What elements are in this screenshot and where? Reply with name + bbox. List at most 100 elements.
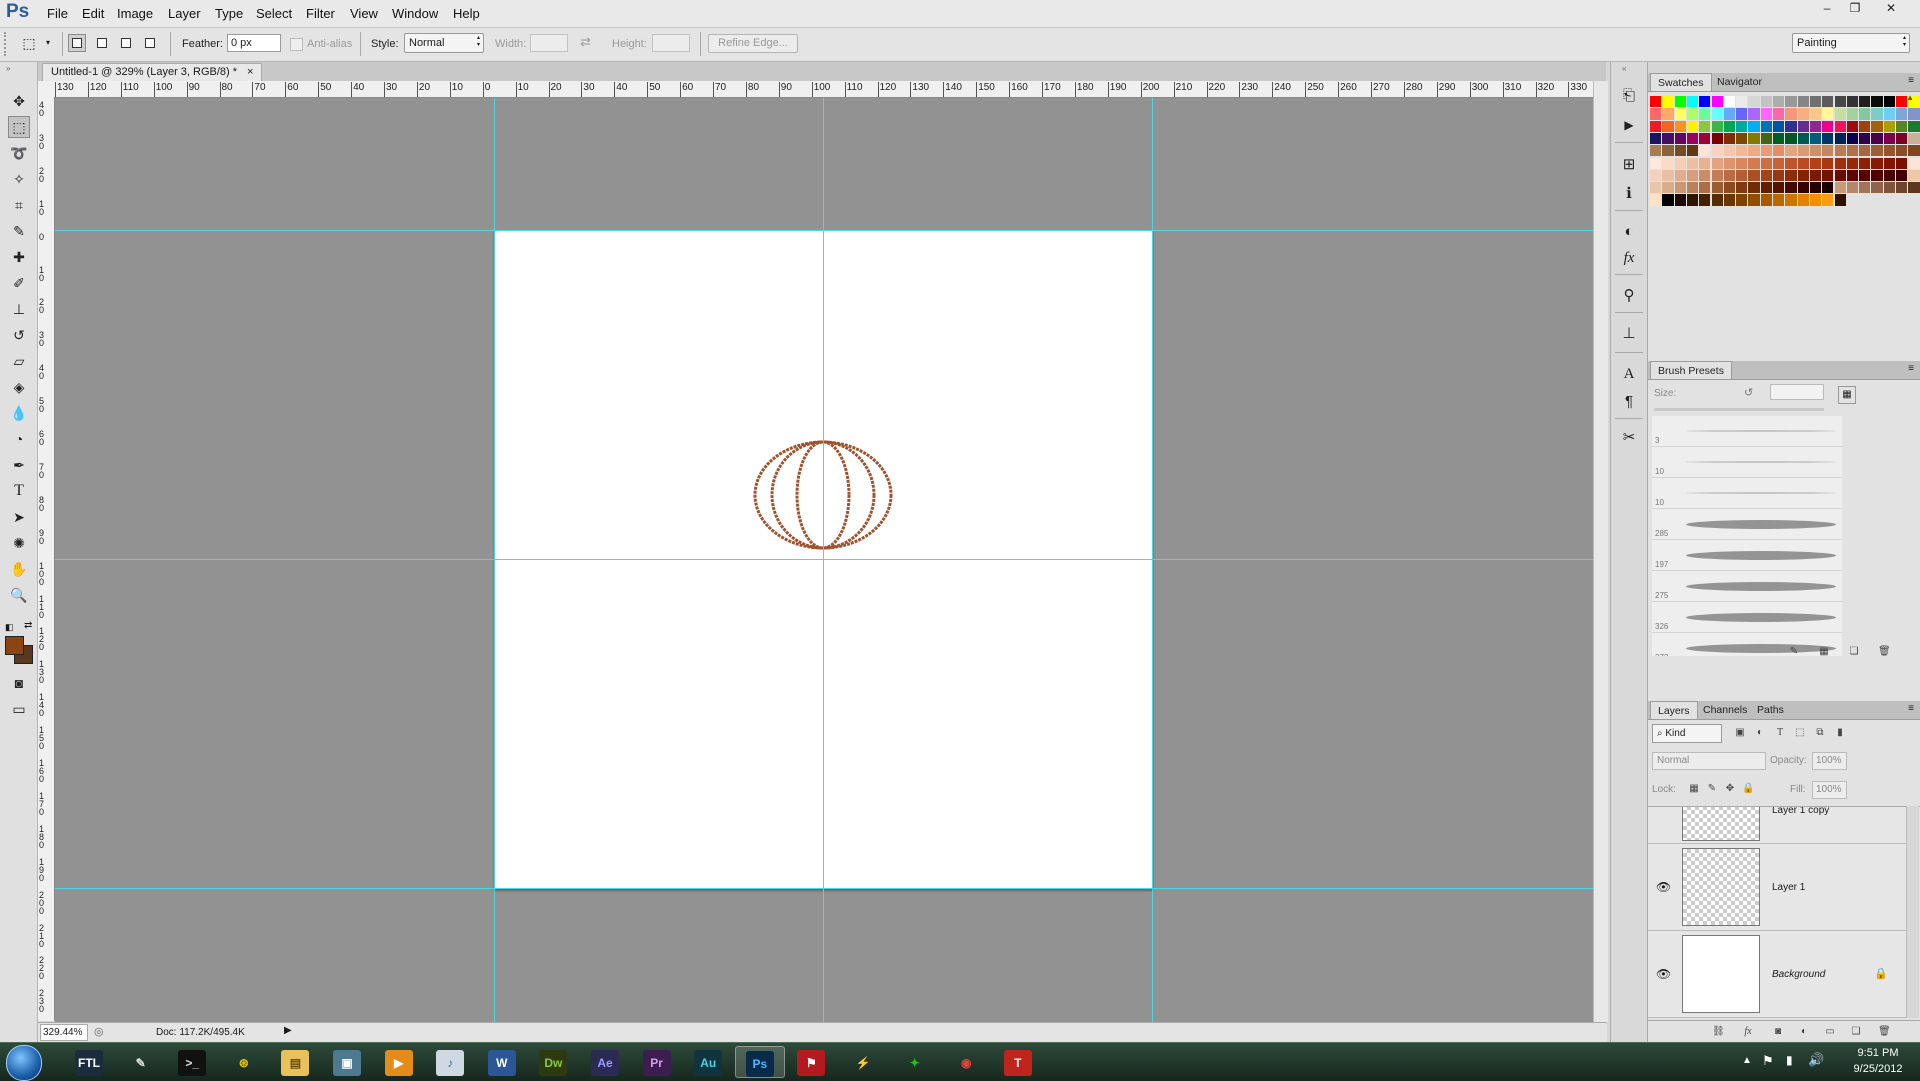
tab-channels[interactable]: Channels (1696, 701, 1754, 719)
color-swatch[interactable] (1650, 108, 1662, 120)
color-swatch[interactable] (1785, 182, 1797, 194)
color-swatch[interactable] (1883, 120, 1895, 132)
brush-preset-item[interactable]: 197 (1652, 540, 1842, 571)
guide-horizontal[interactable] (55, 888, 1593, 889)
color-swatch[interactable] (1662, 182, 1674, 194)
blur-tool-icon[interactable]: 💧 (8, 402, 30, 424)
color-swatch[interactable] (1859, 145, 1871, 157)
color-swatch[interactable] (1859, 120, 1871, 132)
style-select[interactable]: Normal (404, 33, 484, 53)
color-swatch[interactable] (1785, 120, 1797, 132)
taskbar-app-game[interactable]: ⚑ (786, 1046, 836, 1078)
color-swatch[interactable] (1723, 120, 1736, 132)
color-swatch[interactable] (1834, 194, 1846, 206)
height-input[interactable] (652, 34, 690, 52)
color-swatch[interactable] (1662, 132, 1674, 145)
new-layer-icon[interactable]: ❏ (1850, 1026, 1862, 1038)
color-swatch[interactable] (1785, 169, 1797, 182)
guide-horizontal[interactable] (55, 230, 1593, 231)
color-swatch[interactable] (1699, 132, 1711, 145)
tray-flag-icon[interactable]: ⚑ (1762, 1053, 1774, 1069)
preset-dropdown-arrow-icon[interactable]: ▾ (46, 38, 50, 47)
color-swatch[interactable] (1785, 132, 1797, 145)
brush-panel-icon[interactable]: ⚲ (1619, 286, 1639, 306)
custom-shape-tool-icon[interactable]: ✺ (8, 532, 30, 554)
new-brush-icon[interactable]: ❏ (1848, 646, 1860, 658)
brush-preset-item[interactable]: 373 (1652, 633, 1842, 656)
tab-brush-presets[interactable]: Brush Presets (1650, 361, 1732, 379)
layer-filter-select[interactable]: ⌕ Kind (1652, 724, 1722, 743)
size-slider[interactable] (1654, 408, 1824, 411)
color-swatch[interactable] (1650, 169, 1662, 182)
color-swatch[interactable] (1896, 132, 1908, 145)
color-swatch[interactable] (1773, 169, 1785, 182)
color-swatch[interactable] (1760, 120, 1772, 132)
color-swatch[interactable] (1846, 157, 1859, 169)
menu-layer[interactable]: Layer (168, 6, 201, 21)
color-swatch[interactable] (1674, 145, 1686, 157)
eyedropper-tool-icon[interactable]: ✎ (8, 220, 30, 242)
color-swatch[interactable] (1896, 108, 1908, 120)
guide-vertical[interactable] (494, 98, 495, 1022)
color-swatch[interactable] (1736, 194, 1748, 206)
dock-collapse-icon[interactable]: « (1622, 64, 1626, 73)
color-swatch[interactable] (1723, 145, 1736, 157)
color-swatch[interactable] (1674, 132, 1686, 145)
color-swatch[interactable] (1662, 108, 1674, 120)
color-swatch[interactable] (1797, 145, 1809, 157)
color-swatch[interactable] (1748, 96, 1760, 108)
color-swatch[interactable] (1711, 194, 1723, 206)
color-swatch[interactable] (1699, 108, 1711, 120)
tab-layers[interactable]: Layers (1650, 701, 1698, 719)
clone-stamp-tool-icon[interactable]: ⊥ (8, 298, 30, 320)
color-swatch[interactable] (1699, 96, 1711, 108)
color-swatch[interactable] (1797, 120, 1809, 132)
color-swatch[interactable] (1662, 194, 1674, 206)
color-swatch[interactable] (1908, 108, 1920, 120)
vertical-ruler[interactable]: 40 30 20 10 0 10 20 30 40 50 60 70 80 90 100 110 120 130 1… (38, 97, 55, 1021)
color-swatch[interactable] (1748, 194, 1760, 206)
adjustments-panel-icon[interactable]: ◐ (1619, 222, 1639, 242)
color-swatch[interactable] (1699, 194, 1711, 206)
color-swatch[interactable] (1760, 108, 1772, 120)
layer-name[interactable]: Layer 1 copy (1772, 807, 1829, 816)
color-swatch[interactable] (1711, 145, 1723, 157)
color-swatch[interactable] (1834, 157, 1846, 169)
brush-tool-icon[interactable]: ✐ (8, 272, 30, 294)
color-swatch[interactable] (1686, 194, 1699, 206)
minimize-button[interactable]: – (1817, 1, 1837, 17)
color-swatch[interactable] (1896, 182, 1908, 194)
color-swatch[interactable] (1773, 145, 1785, 157)
layer-row[interactable]: Layer 1 copy (1648, 807, 1906, 844)
menu-filter[interactable]: Filter (306, 6, 335, 21)
color-swatch[interactable] (1871, 182, 1883, 194)
color-swatch[interactable] (1686, 108, 1699, 120)
default-colors-icon[interactable]: ◧ (5, 622, 14, 633)
color-swatch[interactable] (1711, 96, 1723, 108)
quick-selection-tool-icon[interactable]: ✧ (8, 168, 30, 190)
marquee-preset-icon[interactable]: ⬚ (20, 34, 38, 52)
color-swatch[interactable] (1662, 145, 1674, 157)
history-brush-tool-icon[interactable]: ↺ (8, 324, 30, 346)
lasso-tool-icon[interactable]: ➰ (8, 142, 30, 164)
color-swatch[interactable] (1773, 182, 1785, 194)
close-document-icon[interactable]: × (247, 66, 253, 78)
tray-volume-icon[interactable]: 🔊 (1808, 1052, 1824, 1068)
color-swatch[interactable] (1846, 96, 1859, 108)
color-swatch[interactable] (1859, 132, 1871, 145)
color-swatch[interactable] (1859, 96, 1871, 108)
color-swatch[interactable] (1834, 182, 1846, 194)
color-swatch[interactable] (1736, 182, 1748, 194)
color-swatch[interactable] (1711, 120, 1723, 132)
color-swatch[interactable] (1834, 120, 1846, 132)
color-swatch[interactable] (1650, 182, 1662, 194)
color-swatch[interactable] (1711, 108, 1723, 120)
zoom-level-field[interactable]: 329.44% (40, 1024, 88, 1041)
color-swatch[interactable] (1809, 96, 1822, 108)
guide-horizontal[interactable] (55, 559, 1593, 560)
color-swatch[interactable] (1736, 120, 1748, 132)
color-swatch[interactable] (1883, 96, 1895, 108)
status-icon[interactable]: ◎ (94, 1025, 104, 1038)
visibility-eye-icon[interactable]: 👁 (1656, 880, 1671, 894)
color-swatch[interactable] (1846, 120, 1859, 132)
